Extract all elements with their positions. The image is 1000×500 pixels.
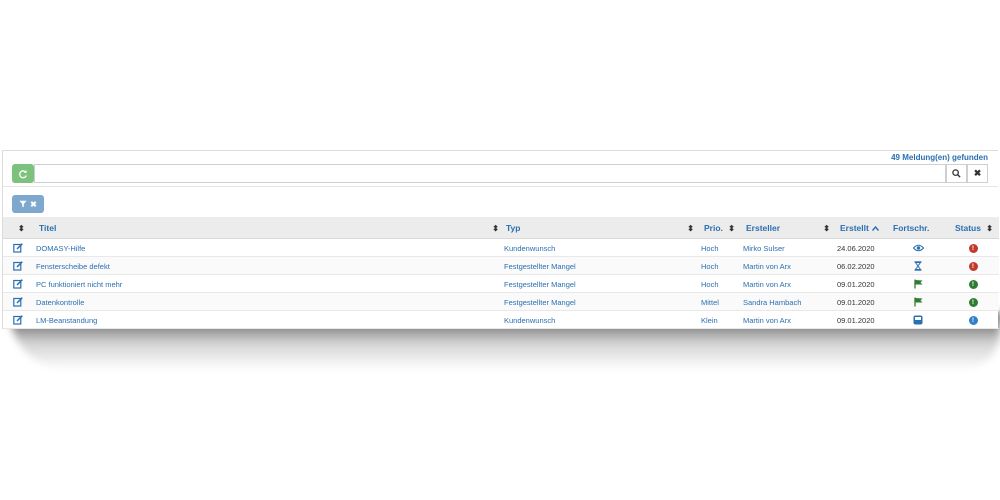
status-blue-icon: !: [968, 315, 978, 325]
row-prio: Hoch: [701, 243, 719, 253]
edit-icon: [13, 315, 23, 325]
sort-icon: ⬍: [728, 223, 735, 233]
status-cell: !: [961, 275, 985, 293]
progress-cell: [906, 239, 930, 257]
sort-all-button[interactable]: ⬍: [18, 217, 25, 239]
divider: [3, 186, 998, 187]
row-erstellt: 09.01.2020: [837, 297, 875, 307]
row-prio: Mittel: [701, 297, 719, 307]
close-icon: ✖: [973, 168, 982, 178]
row-prio: Hoch: [701, 261, 719, 271]
column-label: Fortschr.: [893, 223, 930, 233]
sort-icon: ⬍: [986, 223, 993, 233]
table-row[interactable]: LM-Beanstandung Kundenwunsch Klein Marti…: [3, 311, 999, 329]
row-erstellt: 09.01.2020: [837, 315, 875, 325]
edit-icon: [13, 261, 23, 271]
eye-icon: [912, 244, 924, 252]
edit-button[interactable]: [13, 293, 23, 311]
table-row[interactable]: Fensterscheibe defekt Festgestellter Man…: [3, 257, 999, 275]
column-label: Ersteller: [746, 223, 781, 233]
row-ersteller: Mirko Sulser: [743, 243, 785, 253]
row-ersteller: Martin von Arx: [743, 279, 791, 289]
edit-button[interactable]: [13, 239, 23, 257]
inbox-icon: [913, 315, 923, 325]
edit-icon: [13, 297, 23, 307]
column-header-status[interactable]: Status ⬍: [955, 217, 993, 239]
table-row[interactable]: Datenkontrolle Festgestellter Mangel Mit…: [3, 293, 999, 311]
column-header-erstellt[interactable]: Erstellt: [840, 217, 879, 239]
column-label: Erstellt: [840, 223, 869, 233]
progress-cell: [906, 275, 930, 293]
reports-panel: 49 Meldung(en) gefunden ✖ ✖ ⬍ Titel ⬍ Ty…: [2, 150, 999, 329]
row-ersteller: Martin von Arx: [743, 315, 791, 325]
clear-search-button[interactable]: ✖: [967, 164, 988, 183]
column-header-prio[interactable]: Prio. ⬍: [704, 217, 735, 239]
reset-filter-button[interactable]: ✖: [12, 195, 44, 213]
row-prio: Klein: [701, 315, 718, 325]
table-row[interactable]: PC funktioniert nicht mehr Festgestellte…: [3, 275, 999, 293]
refresh-button[interactable]: [12, 164, 34, 183]
row-typ: Festgestellter Mangel: [504, 279, 576, 289]
column-header-fortschritt[interactable]: Fortschr.: [893, 217, 929, 239]
status-green-icon: !: [968, 279, 978, 289]
row-typ: Kundenwunsch: [504, 315, 556, 325]
row-typ: Festgestellter Mangel: [504, 261, 576, 271]
row-typ: Kundenwunsch: [504, 243, 556, 253]
filter-icon: [19, 200, 27, 208]
row-ersteller: Sandra Hambach: [743, 297, 802, 307]
sort-icon: ⬍: [823, 223, 830, 233]
column-label: Titel: [39, 223, 57, 233]
edit-icon: [13, 279, 23, 289]
search-input[interactable]: [34, 164, 946, 183]
row-erstellt: 24.06.2020: [837, 243, 875, 253]
table-row[interactable]: DOMASY-Hilfe Kundenwunsch Hoch Mirko Sul…: [3, 239, 999, 257]
column-label: Prio.: [704, 223, 723, 233]
search-icon: [952, 169, 961, 178]
column-header-ersteller[interactable]: Ersteller ⬍: [746, 217, 830, 239]
row-erstellt: 09.01.2020: [837, 279, 875, 289]
row-titel[interactable]: Fensterscheibe defekt: [36, 257, 110, 275]
sort-icon: ⬍: [687, 223, 694, 233]
status-red-icon: !: [968, 243, 978, 253]
status-green-icon: !: [968, 297, 978, 307]
row-titel[interactable]: Datenkontrolle: [36, 293, 84, 311]
reports-table: ⬍ Titel ⬍ Typ ⬍ Prio. ⬍ Ersteller ⬍ Erst…: [3, 217, 999, 329]
status-cell: !: [961, 257, 985, 275]
edit-icon: [13, 243, 23, 253]
sort-icon: ⬍: [18, 223, 25, 233]
status-cell: !: [961, 239, 985, 257]
row-ersteller: Martin von Arx: [743, 261, 791, 271]
row-prio: Hoch: [701, 279, 719, 289]
column-header-typ[interactable]: Typ ⬍: [506, 217, 694, 239]
flag-icon: [913, 297, 922, 307]
status-cell: !: [961, 311, 985, 329]
table-header: ⬍ Titel ⬍ Typ ⬍ Prio. ⬍ Ersteller ⬍ Erst…: [3, 217, 999, 239]
edit-button[interactable]: [13, 257, 23, 275]
progress-cell: [906, 311, 930, 329]
row-titel[interactable]: DOMASY-Hilfe: [36, 239, 85, 257]
flag-icon: [913, 279, 922, 289]
hourglass-icon: [914, 261, 922, 271]
row-titel[interactable]: PC funktioniert nicht mehr: [36, 275, 122, 293]
edit-button[interactable]: [13, 311, 23, 329]
results-count: 49 Meldung(en) gefunden: [891, 153, 988, 162]
column-header-titel[interactable]: Titel ⬍: [39, 217, 499, 239]
edit-button[interactable]: [13, 275, 23, 293]
status-red-icon: !: [968, 261, 978, 271]
row-erstellt: 06.02.2020: [837, 261, 875, 271]
close-icon: ✖: [30, 199, 37, 209]
column-label: Status: [955, 223, 981, 233]
sort-icon: ⬍: [492, 223, 499, 233]
row-titel[interactable]: LM-Beanstandung: [36, 311, 97, 329]
search-button[interactable]: [946, 164, 967, 183]
progress-cell: [906, 293, 930, 311]
status-cell: !: [961, 293, 985, 311]
sort-ascending-icon: [871, 225, 879, 231]
progress-cell: [906, 257, 930, 275]
row-typ: Festgestellter Mangel: [504, 297, 576, 307]
column-label: Typ: [506, 223, 521, 233]
table-body: DOMASY-Hilfe Kundenwunsch Hoch Mirko Sul…: [3, 239, 999, 329]
refresh-icon: [19, 169, 27, 178]
